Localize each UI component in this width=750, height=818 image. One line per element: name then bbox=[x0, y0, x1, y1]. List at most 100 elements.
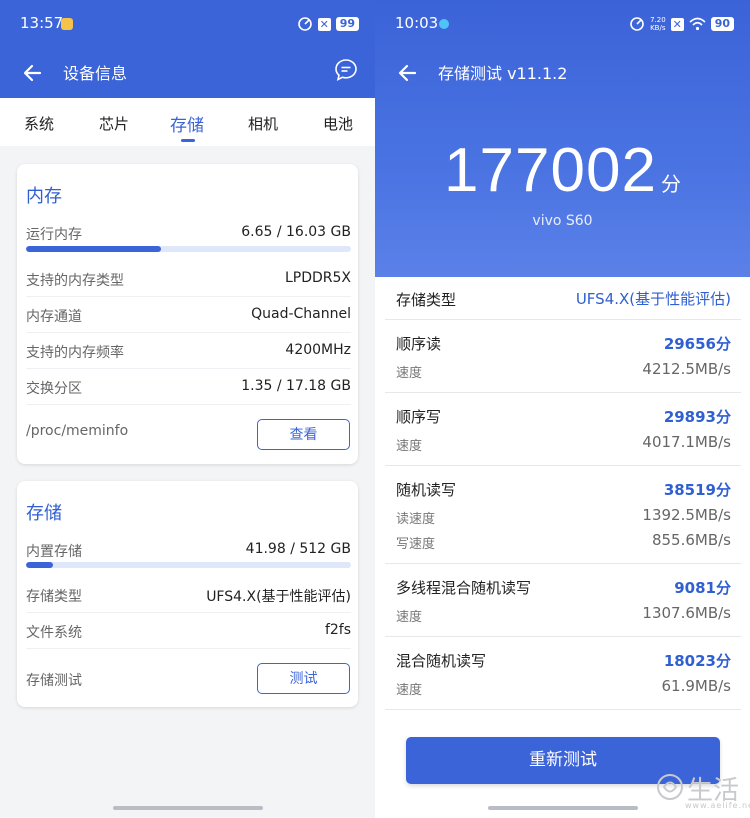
back-arrow-icon[interactable] bbox=[18, 58, 48, 88]
storage-usage-bar bbox=[26, 562, 351, 568]
status-bar: 10:03 7.20 KB/s ✕ 90 bbox=[375, 0, 750, 50]
notification-app-icon bbox=[61, 18, 73, 30]
network-speed: 7.20 KB/s bbox=[650, 16, 666, 32]
watermark: 生活 www.aelife.net bbox=[655, 768, 750, 812]
memory-card: 内存 运行内存 6.65 / 16.03 GB 支持的内存类型 LPDDR5X … bbox=[17, 164, 358, 464]
back-arrow-icon[interactable] bbox=[393, 58, 423, 88]
internal-storage-value: 41.98 / 512 GB bbox=[245, 541, 351, 557]
status-icons: ✕ 99 bbox=[297, 14, 359, 34]
no-sim-icon: ✕ bbox=[670, 17, 684, 31]
active-tab-indicator bbox=[181, 139, 195, 142]
memory-card-title: 内存 bbox=[26, 186, 62, 207]
battery-level: 99 bbox=[335, 17, 359, 31]
no-sim-icon: ✕ bbox=[317, 17, 331, 31]
storage-type-value: UFS4.X(基于性能评估) bbox=[206, 589, 351, 605]
test-points: 29893分 bbox=[663, 408, 731, 426]
speed-label: 速度 bbox=[396, 439, 423, 454]
memory-type-row: 支持的内存类型 LPDDR5X bbox=[26, 261, 351, 297]
speed-value: 1307.6MB/s bbox=[642, 604, 731, 622]
random-rw-result: 随机读写 38519分 读速度 1392.5MB/s 写速度 855.6MB/s bbox=[385, 466, 741, 564]
internal-storage-label: 内置存储 bbox=[26, 544, 82, 560]
storage-card: 存储 内置存储 41.98 / 512 GB 存储类型 UFS4.X(基于性能评… bbox=[17, 481, 358, 707]
notification-app-icon bbox=[439, 19, 449, 29]
tab-system[interactable]: 系统 bbox=[24, 113, 54, 134]
memory-frequency-label: 支持的内存频率 bbox=[26, 345, 124, 361]
meminfo-path: /proc/meminfo bbox=[26, 423, 129, 439]
memory-frequency-value: 4200MHz bbox=[285, 342, 351, 358]
memory-channel-value: Quad-Channel bbox=[251, 306, 351, 322]
tab-battery[interactable]: 电池 bbox=[323, 113, 353, 134]
swap-row: 交换分区 1.35 / 17.18 GB bbox=[26, 369, 351, 405]
page-title: 存储测试 v11.1.2 bbox=[438, 64, 568, 83]
sequential-read-result: 顺序读 29656分 速度 4212.5MB/s bbox=[385, 320, 741, 393]
mixed-random-rw-result: 混合随机读写 18023分 速度 61.9MB/s bbox=[385, 637, 741, 710]
memory-type-value: LPDDR5X bbox=[284, 270, 351, 286]
status-icons: 7.20 KB/s ✕ 90 bbox=[629, 14, 734, 34]
data-saver-icon bbox=[630, 17, 644, 31]
file-system-label: 文件系统 bbox=[26, 625, 82, 641]
speed-value: 4017.1MB/s bbox=[642, 433, 731, 451]
file-system-value: f2fs bbox=[324, 622, 351, 638]
test-points: 9081分 bbox=[674, 579, 731, 597]
speed-value: 4212.5MB/s bbox=[642, 360, 731, 378]
speed-value: 61.9MB/s bbox=[661, 677, 732, 695]
file-system-row: 文件系统 f2fs bbox=[26, 613, 351, 649]
write-speed-value: 855.6MB/s bbox=[651, 531, 731, 549]
speed-label: 速度 bbox=[396, 366, 423, 381]
memory-channel-row: 内存通道 Quad-Channel bbox=[26, 297, 351, 333]
device-model: vivo S60 bbox=[532, 213, 593, 229]
storage-card-title: 存储 bbox=[26, 503, 62, 524]
storage-test-result-screen: 10:03 7.20 KB/s ✕ 90 存储测试 v11.1.2 177002… bbox=[375, 0, 750, 818]
tab-chip[interactable]: 芯片 bbox=[99, 113, 129, 134]
data-saver-icon bbox=[297, 17, 312, 31]
memory-type-label: 支持的内存类型 bbox=[26, 273, 124, 289]
home-indicator[interactable] bbox=[113, 806, 263, 810]
memory-channel-label: 内存通道 bbox=[26, 309, 82, 325]
storage-type-value: UFS4.X(基于性能评估) bbox=[575, 290, 731, 308]
ram-label: 运行内存 bbox=[26, 227, 82, 243]
feedback-chat-icon[interactable] bbox=[333, 57, 359, 83]
sequential-write-result: 顺序写 29893分 速度 4017.1MB/s bbox=[385, 393, 741, 466]
swap-label: 交换分区 bbox=[26, 381, 82, 397]
ram-value: 6.65 / 16.03 GB bbox=[241, 224, 351, 240]
storage-type-row: 存储类型 UFS4.X(基于性能评估) bbox=[26, 577, 351, 613]
storage-type-label: 存储类型 bbox=[396, 291, 457, 309]
app-bar: 设备信息 bbox=[0, 50, 375, 98]
storage-usage-fill bbox=[26, 562, 53, 568]
write-speed-label: 写速度 bbox=[396, 537, 436, 552]
test-name: 顺序写 bbox=[396, 408, 442, 426]
test-name: 多线程混合随机读写 bbox=[396, 579, 532, 597]
watermark-url: www.aelife.net bbox=[685, 801, 750, 810]
memory-frequency-row: 支持的内存频率 4200MHz bbox=[26, 333, 351, 369]
test-name: 随机读写 bbox=[396, 481, 457, 499]
tab-camera[interactable]: 相机 bbox=[248, 113, 278, 134]
watermark-logo-icon bbox=[657, 774, 683, 800]
test-points: 29656分 bbox=[663, 335, 731, 353]
status-time: 13:57 bbox=[20, 14, 64, 32]
test-name: 混合随机读写 bbox=[396, 652, 487, 670]
storage-test-button[interactable]: 测试 bbox=[257, 663, 350, 694]
app-bar: 存储测试 v11.1.2 bbox=[375, 50, 750, 98]
tab-storage[interactable]: 存储 bbox=[170, 111, 204, 136]
score-value: 177002 bbox=[444, 136, 657, 205]
storage-type-label: 存储类型 bbox=[26, 589, 82, 605]
swap-value: 1.35 / 17.18 GB bbox=[241, 378, 351, 394]
battery-level: 90 bbox=[710, 17, 734, 31]
test-name: 顺序读 bbox=[396, 335, 442, 353]
storage-type-row: 存储类型 UFS4.X(基于性能评估) bbox=[385, 277, 741, 320]
read-speed-value: 1392.5MB/s bbox=[642, 506, 731, 524]
read-speed-label: 读速度 bbox=[396, 512, 436, 527]
ram-usage-fill bbox=[26, 246, 161, 252]
view-meminfo-button[interactable]: 查看 bbox=[257, 419, 350, 450]
speed-label: 速度 bbox=[396, 610, 423, 625]
status-bar: 13:57 ✕ 99 bbox=[0, 0, 375, 50]
page-title: 设备信息 bbox=[63, 64, 128, 83]
device-info-screen: 13:57 ✕ 99 设备信息 系统 芯片 存储 相机 电池 内存 运行内存 6… bbox=[0, 0, 375, 818]
multithread-mixed-random-rw-result: 多线程混合随机读写 9081分 速度 1307.6MB/s bbox=[385, 564, 741, 637]
home-indicator[interactable] bbox=[488, 806, 638, 810]
ram-usage-bar bbox=[26, 246, 351, 252]
test-points: 18023分 bbox=[663, 652, 731, 670]
wifi-icon bbox=[689, 17, 706, 31]
speed-label: 速度 bbox=[396, 683, 423, 698]
tab-bar: 系统 芯片 存储 相机 电池 bbox=[0, 98, 375, 146]
